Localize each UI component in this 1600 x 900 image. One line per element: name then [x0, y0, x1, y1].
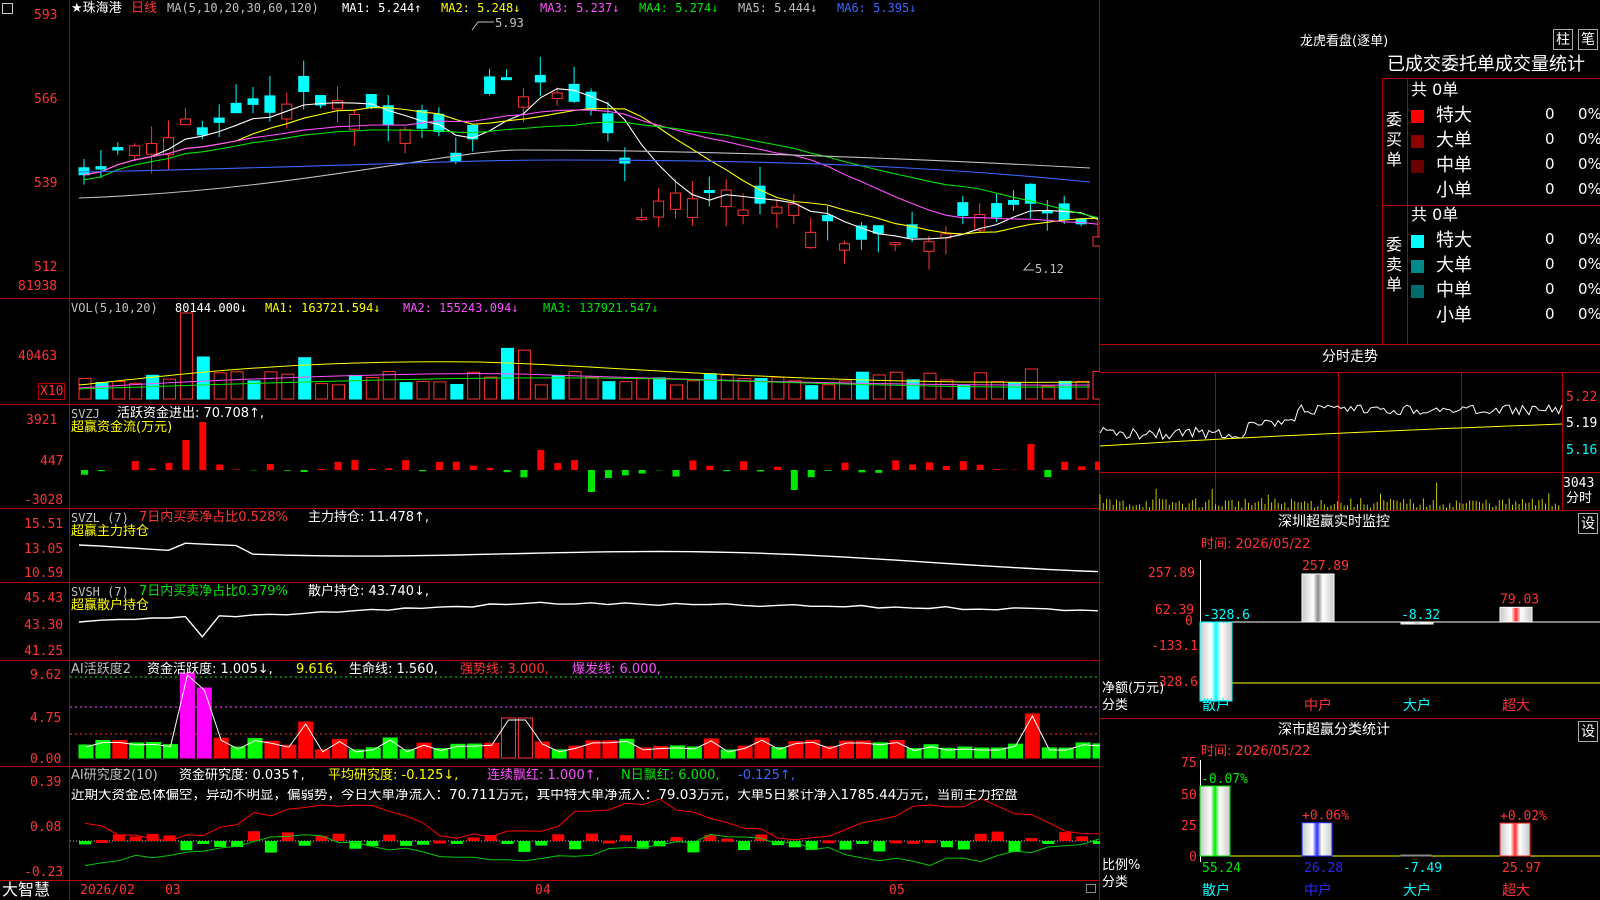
- classify-value-label: 25.97: [1502, 861, 1541, 876]
- right-charts: -328.6 散户 257.89 中户 -8.32 大户 79.03 超大 -0.07% 55.2…: [1099, 403, 1600, 899]
- classify-category: 大户: [1403, 882, 1431, 899]
- classify-bar: [1301, 822, 1333, 857]
- classify-change-label: +0.02%: [1500, 809, 1547, 824]
- monitor-category: 中户: [1304, 697, 1332, 714]
- monitor-category: 大户: [1403, 697, 1431, 714]
- monitor-value-label: -8.32: [1401, 608, 1440, 623]
- monitor-value-label: 257.89: [1302, 559, 1349, 574]
- fenshi-avg-line: [1099, 423, 1563, 447]
- classify-value-label: 26.28: [1304, 861, 1343, 876]
- classify-category: 散户: [1202, 882, 1230, 899]
- monitor-bar: [1199, 621, 1233, 702]
- classify-value-label: 55.24: [1202, 861, 1241, 876]
- monitor-category: 超大: [1502, 698, 1530, 714]
- classify-bar: [1499, 822, 1531, 857]
- monitor-value-label: -328.6: [1203, 608, 1250, 623]
- classify-bar: [1199, 785, 1231, 857]
- classify-value-label: -7.49: [1403, 861, 1442, 876]
- fenshi-volume: [1099, 482, 1560, 510]
- monitor-category: 散户: [1202, 697, 1230, 714]
- classify-category: 中户: [1304, 882, 1332, 899]
- classify-bar: [1400, 854, 1432, 857]
- classify-change-label: +0.06%: [1302, 809, 1349, 824]
- monitor-bar: [1499, 606, 1533, 623]
- classify-change-label: -0.07%: [1201, 772, 1248, 787]
- monitor-bar: [1301, 573, 1335, 623]
- classify-category: 超大: [1502, 883, 1530, 899]
- monitor-value-label: 79.03: [1500, 592, 1539, 607]
